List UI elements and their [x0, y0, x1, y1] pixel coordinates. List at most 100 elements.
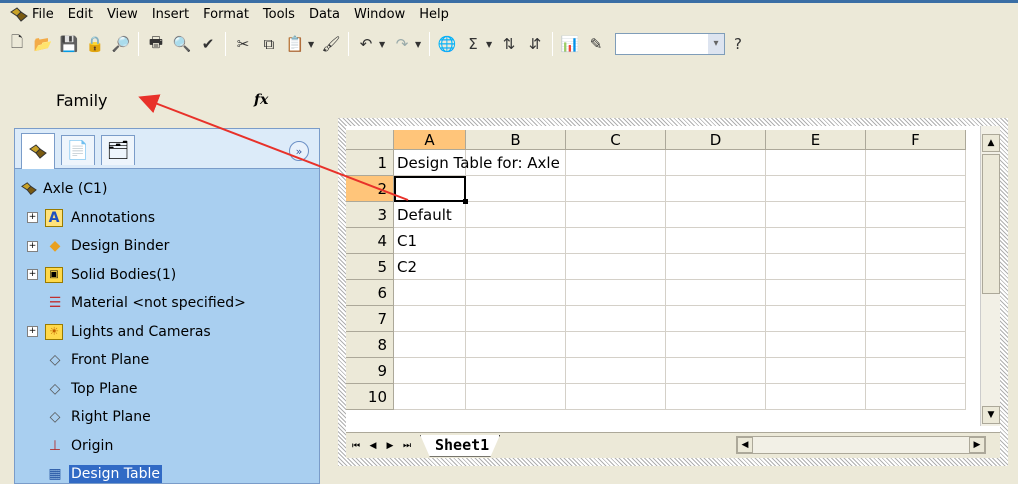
- expand-icon[interactable]: +: [27, 269, 38, 281]
- tree-item-lights-cameras[interactable]: + ☀ Lights and Cameras: [15, 318, 319, 347]
- cell[interactable]: [866, 202, 966, 228]
- sort-descending-icon[interactable]: ⇵: [523, 32, 547, 56]
- cell[interactable]: [566, 358, 666, 384]
- cell[interactable]: [566, 202, 666, 228]
- cell[interactable]: [666, 176, 766, 202]
- autosum-dropdown-icon[interactable]: ▼: [486, 40, 496, 49]
- scroll-down-icon[interactable]: ▼: [982, 406, 1000, 424]
- cell-a9[interactable]: [394, 358, 466, 384]
- tree-item-solid-bodies[interactable]: + ▣ Solid Bodies(1): [15, 261, 319, 290]
- cell-a3[interactable]: Default: [394, 202, 466, 228]
- help-icon[interactable]: ?: [726, 32, 750, 56]
- spelling-icon[interactable]: ✔: [196, 32, 220, 56]
- cell[interactable]: [666, 150, 766, 176]
- permission-icon[interactable]: 🔒: [83, 32, 107, 56]
- cell[interactable]: [566, 176, 666, 202]
- cell[interactable]: [866, 332, 966, 358]
- menu-file[interactable]: File: [30, 4, 61, 26]
- tree-item-right-plane[interactable]: ◇ Right Plane: [15, 403, 319, 432]
- cell[interactable]: [666, 306, 766, 332]
- drawing-icon[interactable]: ✎: [584, 32, 608, 56]
- cell[interactable]: [866, 176, 966, 202]
- cell[interactable]: [866, 228, 966, 254]
- cell-a7[interactable]: [394, 306, 466, 332]
- cell-a8[interactable]: [394, 332, 466, 358]
- cell[interactable]: [866, 150, 966, 176]
- new-icon[interactable]: 🗋: [5, 32, 29, 56]
- menu-insert[interactable]: Insert: [145, 4, 196, 26]
- tree-root[interactable]: Axle (C1): [15, 175, 319, 204]
- tree-item-material[interactable]: ☰ Material <not specified>: [15, 289, 319, 318]
- tree-item-origin[interactable]: ⊥ Origin: [15, 432, 319, 461]
- format-painter-icon[interactable]: 🖌: [319, 32, 343, 56]
- cell[interactable]: [566, 228, 666, 254]
- cell[interactable]: [566, 254, 666, 280]
- cell-a1[interactable]: Design Table for: Axle: [394, 150, 560, 176]
- horizontal-scrollbar[interactable]: ◀ ▶: [736, 436, 986, 454]
- column-header-f[interactable]: F: [866, 130, 966, 150]
- cell[interactable]: [466, 384, 566, 410]
- tab-feature-manager[interactable]: [21, 133, 55, 169]
- cell[interactable]: [466, 358, 566, 384]
- next-sheet-icon[interactable]: ▶: [383, 441, 397, 451]
- cell[interactable]: [866, 384, 966, 410]
- row-header[interactable]: 10: [346, 384, 394, 410]
- print-preview-icon[interactable]: 🔍: [170, 32, 194, 56]
- cell[interactable]: [866, 254, 966, 280]
- column-header-d[interactable]: D: [666, 130, 766, 150]
- row-header[interactable]: 4: [346, 228, 394, 254]
- open-icon[interactable]: 📂: [31, 32, 55, 56]
- cell-a5[interactable]: C2: [394, 254, 466, 280]
- cell[interactable]: [566, 280, 666, 306]
- expand-icon[interactable]: +: [27, 212, 38, 224]
- row-header[interactable]: 6: [346, 280, 394, 306]
- cell[interactable]: [766, 228, 866, 254]
- row-header[interactable]: 2: [346, 176, 394, 202]
- vertical-scrollbar[interactable]: ▲ ▼: [980, 126, 1000, 426]
- cell[interactable]: [766, 202, 866, 228]
- tree-item-design-table[interactable]: ▦ Design Table: [15, 460, 319, 484]
- sort-ascending-icon[interactable]: ⇅: [497, 32, 521, 56]
- column-header-a[interactable]: A: [394, 130, 466, 150]
- cell[interactable]: [566, 306, 666, 332]
- cell[interactable]: [466, 176, 566, 202]
- cell-a6[interactable]: [394, 280, 466, 306]
- expand-icon[interactable]: +: [27, 240, 38, 252]
- cell[interactable]: [466, 306, 566, 332]
- cell[interactable]: [766, 306, 866, 332]
- menu-tools[interactable]: Tools: [256, 4, 302, 26]
- select-all-corner[interactable]: [346, 130, 394, 150]
- hyperlink-icon[interactable]: 🌐: [435, 32, 459, 56]
- tree-item-front-plane[interactable]: ◇ Front Plane: [15, 346, 319, 375]
- tree-item-annotations[interactable]: + A Annotations: [15, 204, 319, 233]
- zoom-combo[interactable]: [615, 33, 725, 55]
- cell[interactable]: [766, 358, 866, 384]
- name-box-dropdown-icon[interactable]: ▼: [147, 93, 156, 107]
- menu-view[interactable]: View: [100, 4, 145, 26]
- name-box[interactable]: Family ▼: [14, 89, 164, 111]
- cell[interactable]: [466, 202, 566, 228]
- paste-dropdown-icon[interactable]: ▼: [308, 40, 318, 49]
- cell[interactable]: [666, 202, 766, 228]
- last-sheet-icon[interactable]: ⏭: [400, 441, 414, 451]
- cell[interactable]: [666, 254, 766, 280]
- prev-sheet-icon[interactable]: ◀: [366, 441, 380, 451]
- cell[interactable]: [666, 280, 766, 306]
- scroll-left-icon[interactable]: ◀: [737, 437, 753, 453]
- cell[interactable]: [766, 280, 866, 306]
- paste-icon[interactable]: 📋: [283, 32, 307, 56]
- cell[interactable]: [666, 228, 766, 254]
- redo-dropdown-icon[interactable]: ▼: [415, 40, 425, 49]
- cell[interactable]: [766, 176, 866, 202]
- row-header[interactable]: 9: [346, 358, 394, 384]
- cell[interactable]: [466, 280, 566, 306]
- cell[interactable]: [866, 280, 966, 306]
- scroll-right-icon[interactable]: ▶: [969, 437, 985, 453]
- column-header-e[interactable]: E: [766, 130, 866, 150]
- cell[interactable]: [766, 384, 866, 410]
- research-icon[interactable]: 🔎: [109, 32, 133, 56]
- menu-edit[interactable]: Edit: [61, 4, 100, 26]
- cut-icon[interactable]: ✂: [231, 32, 255, 56]
- menu-format[interactable]: Format: [196, 4, 256, 26]
- cell-a10[interactable]: [394, 384, 466, 410]
